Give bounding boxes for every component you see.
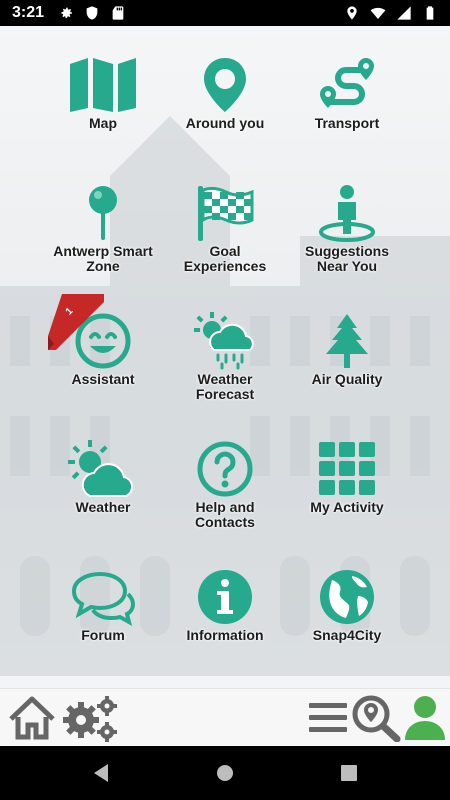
- tile-snap4city[interactable]: Snap4City: [277, 568, 417, 688]
- grid-icon: [319, 442, 375, 495]
- tile-label: Snap4City: [312, 627, 382, 643]
- recents-icon[interactable]: [338, 762, 360, 784]
- tile-air-quality[interactable]: Air Quality: [277, 312, 417, 432]
- route-icon: [320, 58, 374, 108]
- tile-suggestions-near-you[interactable]: Suggestions Near You: [277, 184, 417, 304]
- back-icon[interactable]: [90, 762, 112, 784]
- map-icon: [70, 58, 136, 112]
- tile-label: Help and Contacts: [195, 499, 255, 530]
- signal-icon: [397, 6, 411, 20]
- pushpin-icon: [89, 186, 117, 240]
- user-icon: [405, 696, 445, 740]
- tile-label: Around you: [185, 115, 265, 131]
- android-navigation-bar: [0, 746, 450, 800]
- menu-button[interactable]: [306, 693, 350, 743]
- tile-label: Suggestions Near You: [304, 243, 389, 274]
- location-pin-icon: [204, 58, 246, 112]
- home-button[interactable]: [6, 693, 58, 743]
- tile-label: Antwerp Smart Zone: [53, 243, 153, 274]
- tile-help-and-contacts[interactable]: Help and Contacts: [155, 440, 295, 560]
- person-pin-icon: [319, 185, 375, 242]
- home-circle-icon[interactable]: [214, 762, 236, 784]
- tile-label: Weather Forecast: [195, 371, 255, 402]
- info-circle-icon: [198, 570, 252, 624]
- tile-map[interactable]: Map: [33, 56, 173, 176]
- tile-my-activity[interactable]: My Activity: [277, 440, 417, 560]
- sun-cloud-icon: [68, 440, 134, 497]
- home-icon: [9, 696, 55, 740]
- bottom-toolbar: [0, 688, 450, 747]
- tile-label: Goal Experiences: [183, 243, 267, 274]
- checkered-flag-icon: [198, 186, 254, 241]
- battery-icon: [426, 6, 434, 20]
- tile-label: Weather: [75, 499, 131, 515]
- globe-icon: [320, 570, 374, 624]
- sun-rain-cloud-icon: [194, 312, 254, 370]
- tile-information[interactable]: Information: [155, 568, 295, 688]
- user-profile-button[interactable]: [402, 693, 448, 743]
- sd-card-icon: [112, 6, 124, 20]
- settings-gears-icon: [63, 696, 117, 742]
- tile-label: Forum: [81, 627, 125, 643]
- shield-icon: [86, 6, 98, 20]
- tile-label: Assistant: [71, 371, 135, 387]
- status-time: 3:21: [12, 4, 45, 21]
- tile-forum[interactable]: Forum: [33, 568, 173, 688]
- tile-around-you[interactable]: Around you: [155, 56, 295, 176]
- location-icon: [347, 6, 357, 20]
- tile-label: My Activity: [310, 499, 384, 515]
- tree-icon: [326, 314, 368, 368]
- menu-icon: [309, 703, 347, 732]
- notification-badge-ribbon: 1: [48, 294, 104, 350]
- tile-label: Transport: [314, 115, 380, 131]
- tile-weather-forecast[interactable]: Weather Forecast: [155, 312, 295, 432]
- menu-grid: Map Around you Transport Antwerp Smart Z…: [0, 26, 450, 688]
- map-search-icon: [352, 695, 401, 742]
- tile-antwerp-smart-zone[interactable]: Antwerp Smart Zone: [33, 184, 173, 304]
- settings-button[interactable]: [60, 693, 122, 743]
- map-search-button[interactable]: [350, 693, 402, 743]
- wifi-icon: [370, 7, 386, 19]
- tile-goal-experiences[interactable]: Goal Experiences: [155, 184, 295, 304]
- status-bar: 3:21: [0, 0, 450, 26]
- tile-label: Information: [186, 627, 264, 643]
- question-circle-icon: [197, 441, 253, 497]
- chat-bubbles-icon: [71, 571, 136, 626]
- gear-icon: [61, 7, 73, 19]
- tile-weather[interactable]: Weather: [33, 440, 173, 560]
- tile-label: Map: [89, 115, 117, 131]
- tile-label: Air Quality: [311, 371, 383, 387]
- tile-transport[interactable]: Transport: [277, 56, 417, 176]
